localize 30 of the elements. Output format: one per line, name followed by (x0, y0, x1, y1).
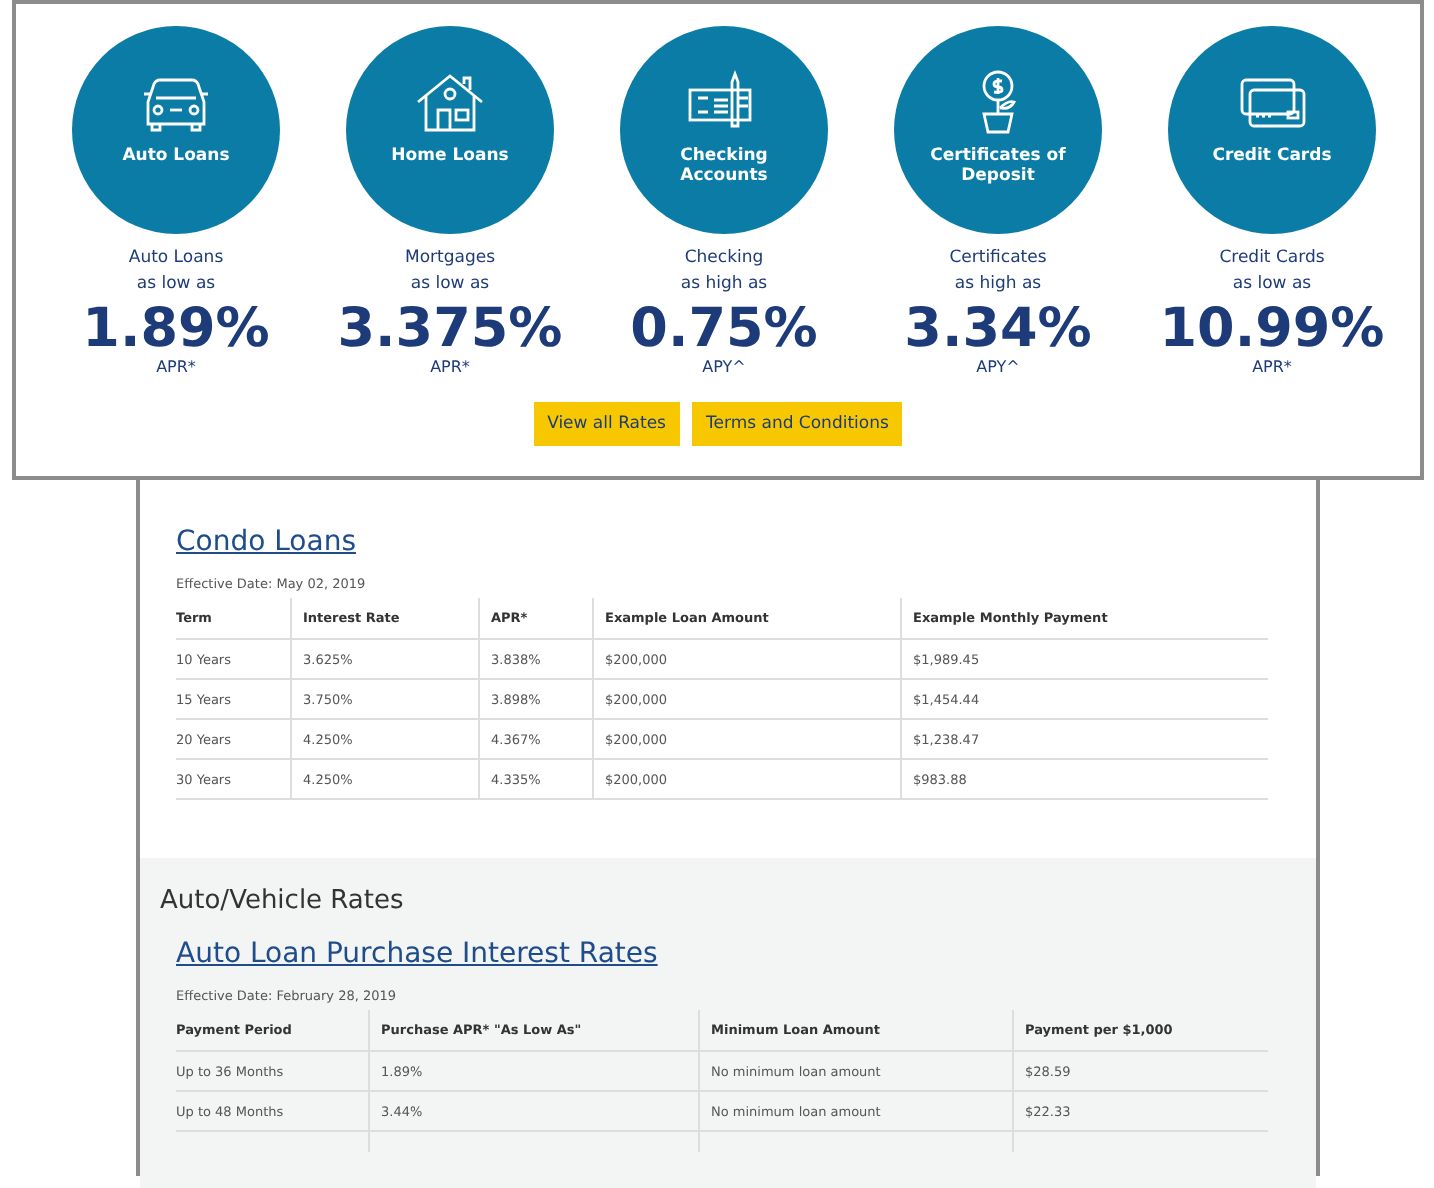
product-circle-button[interactable]: Home Loans (346, 26, 554, 234)
rate-value: 1.89% (82, 302, 270, 358)
rate-caption: Mortgages as low as (404, 246, 496, 298)
rate-value: 3.375% (337, 302, 563, 358)
rate-value: 10.99% (1159, 302, 1385, 358)
product-circle-button[interactable]: Checking Accounts (620, 26, 828, 234)
rate-unit: APR* (1252, 358, 1292, 378)
condo-loans-link[interactable]: Condo Loans (176, 524, 356, 560)
rate-caption: Credit Cards as low as (1219, 246, 1325, 298)
product-circle-button[interactable]: Credit Cards (1168, 26, 1376, 234)
section-heading: Auto/Vehicle Rates (160, 886, 406, 918)
product-circle-button[interactable]: Certificates of Deposit (894, 26, 1102, 234)
auto-loan-rates-link[interactable]: Auto Loan Purchase Interest Rates (176, 936, 658, 972)
product-title: Auto Loans (120, 146, 232, 166)
product-title: Checking Accounts (678, 146, 770, 186)
product-circle-button[interactable]: Auto Loans (72, 26, 280, 234)
rates-button[interactable]: Terms and Conditions (692, 402, 903, 446)
rate-caption: Certificates as high as (949, 246, 1047, 298)
product-title: Certificates of Deposit (928, 146, 1068, 186)
rate-unit: APR* (430, 358, 470, 378)
rate-unit: APR* (156, 358, 196, 378)
rate-unit: APY^ (976, 358, 1020, 378)
rate-value: 0.75% (630, 302, 818, 358)
rate-value: 3.34% (904, 302, 1092, 358)
rate-unit: APY^ (702, 358, 746, 378)
rate-caption: Auto Loans as low as (128, 246, 224, 298)
product-title: Home Loans (389, 146, 511, 166)
rate-caption: Checking as high as (680, 246, 768, 298)
product-title: Credit Cards (1210, 146, 1334, 166)
rates-button[interactable]: View all Rates (533, 402, 680, 446)
